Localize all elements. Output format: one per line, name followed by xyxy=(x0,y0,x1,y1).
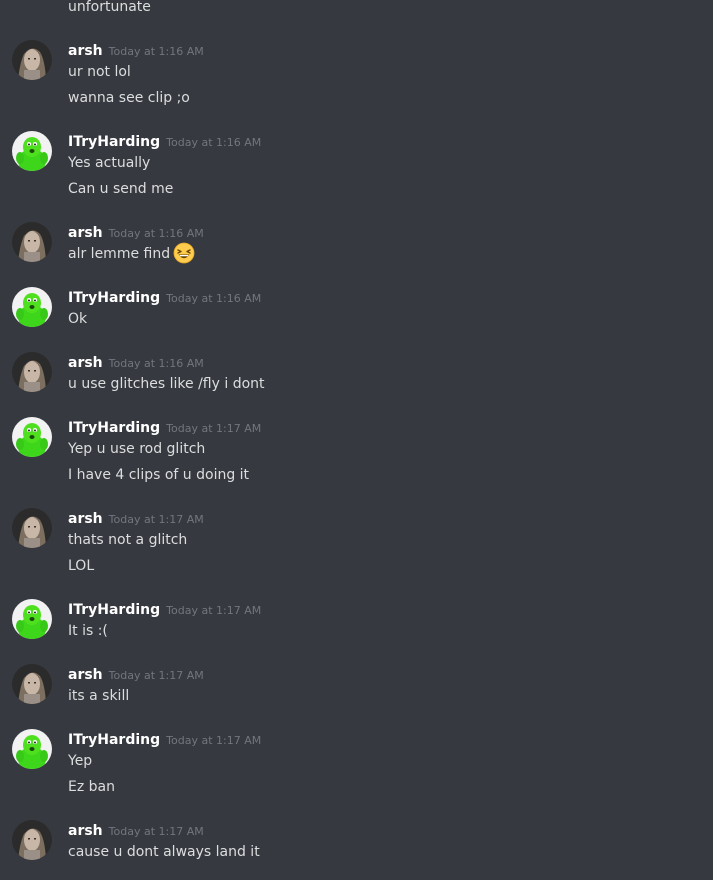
timestamp: Today at 1:17 AM xyxy=(166,734,262,747)
message-header: ITryHarding Today at 1:16 AM xyxy=(68,131,261,151)
arsh-avatar-icon[interactable] xyxy=(12,222,52,262)
message-text: cause u dont always land it xyxy=(68,842,260,862)
username[interactable]: arsh xyxy=(68,355,103,371)
timestamp: Today at 1:17 AM xyxy=(166,422,262,435)
username[interactable]: arsh xyxy=(68,511,103,527)
message-text: Ok xyxy=(68,309,87,329)
timestamp: Today at 1:16 AM xyxy=(108,357,204,370)
green-frog-avatar-icon[interactable] xyxy=(12,287,52,327)
timestamp: Today at 1:16 AM xyxy=(166,292,262,305)
message-text: Yes actually xyxy=(68,153,150,173)
message-header: ITryHarding Today at 1:16 AM xyxy=(68,287,261,307)
username[interactable]: arsh xyxy=(68,225,103,241)
message-text-content: I have 4 clips of u doing it xyxy=(68,467,250,483)
message-text-content: ur not lol xyxy=(68,64,131,80)
message-text: It is :( xyxy=(68,621,108,641)
message-header: arsh Today at 1:16 AM xyxy=(68,40,204,60)
grinning-squinting-face-icon xyxy=(173,242,195,264)
message-text: Yep u use rod glitch xyxy=(68,439,205,459)
message-text: Ez ban xyxy=(68,777,115,797)
message-text: unfortunate xyxy=(68,0,151,15)
timestamp: Today at 1:17 AM xyxy=(108,513,204,526)
message-text: Can u send me xyxy=(68,179,173,199)
message-text-content: thats not a glitch xyxy=(68,532,188,548)
timestamp: Today at 1:17 AM xyxy=(108,825,204,838)
message-text: its a skill xyxy=(68,686,129,706)
message-header: ITryHarding Today at 1:17 AM xyxy=(68,417,261,437)
username[interactable]: ITryHarding xyxy=(68,420,160,436)
message-text-content: Ok xyxy=(68,311,88,327)
message-text-content: Yep u use rod glitch xyxy=(68,441,206,457)
arsh-avatar-icon[interactable] xyxy=(12,508,52,548)
timestamp: Today at 1:16 AM xyxy=(108,227,204,240)
message-text-content: Yes actually xyxy=(68,155,151,171)
green-frog-avatar-icon[interactable] xyxy=(12,131,52,171)
username[interactable]: ITryHarding xyxy=(68,290,160,306)
message-header: arsh Today at 1:17 AM xyxy=(68,508,204,528)
arsh-avatar-icon[interactable] xyxy=(12,40,52,80)
message-text: Yep xyxy=(68,751,92,771)
timestamp: Today at 1:17 AM xyxy=(166,604,262,617)
username[interactable]: arsh xyxy=(68,667,103,683)
message-text-content: It is :( xyxy=(68,623,108,639)
message-header: arsh Today at 1:16 AM xyxy=(68,222,204,242)
username[interactable]: arsh xyxy=(68,43,103,59)
message-text-content: Ez ban xyxy=(68,779,115,795)
message-text: ur not lol xyxy=(68,62,131,82)
arsh-avatar-icon[interactable] xyxy=(12,820,52,860)
message-text: thats not a glitch xyxy=(68,530,187,550)
message-text: alr lemme find xyxy=(68,242,195,264)
arsh-avatar-icon[interactable] xyxy=(12,664,52,704)
green-frog-avatar-icon[interactable] xyxy=(12,599,52,639)
username[interactable]: ITryHarding xyxy=(68,134,160,150)
message-text-content: wanna see clip ;o xyxy=(68,90,190,106)
timestamp: Today at 1:16 AM xyxy=(166,136,262,149)
arsh-avatar-icon[interactable] xyxy=(12,352,52,392)
message-text-content: LOL xyxy=(68,558,95,574)
message-text-content: alr lemme find xyxy=(68,246,171,262)
username[interactable]: arsh xyxy=(68,823,103,839)
message-text: LOL xyxy=(68,556,94,576)
message-header: ITryHarding Today at 1:17 AM xyxy=(68,729,261,749)
username[interactable]: ITryHarding xyxy=(68,732,160,748)
message-text-content: Can u send me xyxy=(68,181,174,197)
username[interactable]: ITryHarding xyxy=(68,602,160,618)
message-header: arsh Today at 1:17 AM xyxy=(68,664,204,684)
timestamp: Today at 1:17 AM xyxy=(108,669,204,682)
message-text-content: Yep xyxy=(68,753,93,769)
message-header: arsh Today at 1:17 AM xyxy=(68,820,204,840)
message-text: I have 4 clips of u doing it xyxy=(68,465,249,485)
timestamp: Today at 1:16 AM xyxy=(108,45,204,58)
message-text: u use glitches like /fly i dont xyxy=(68,374,265,394)
green-frog-avatar-icon[interactable] xyxy=(12,729,52,769)
green-frog-avatar-icon[interactable] xyxy=(12,417,52,457)
message-header: ITryHarding Today at 1:17 AM xyxy=(68,599,261,619)
message-text: wanna see clip ;o xyxy=(68,88,190,108)
message-text-content: cause u dont always land it xyxy=(68,844,260,860)
message-header: arsh Today at 1:16 AM xyxy=(68,352,204,372)
message-text-content: its a skill xyxy=(68,688,130,704)
message-text-content: u use glitches like /fly i dont xyxy=(68,376,265,392)
